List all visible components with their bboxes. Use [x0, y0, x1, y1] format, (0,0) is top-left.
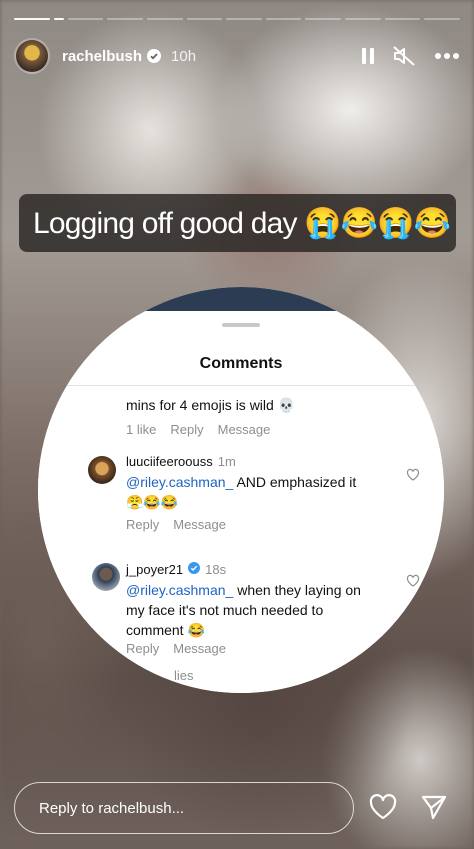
comment-header: j_poyer21 18s	[126, 562, 226, 577]
like-count[interactable]: 1 like	[126, 422, 156, 437]
avatar[interactable]	[14, 38, 50, 74]
comments-screenshot: Comments mins for 4 emojis is wild 💀 1 l…	[38, 287, 444, 693]
comment-emojis: 😤😂😂	[126, 494, 179, 510]
comment-header: luuciifeeroouss 1m	[126, 454, 236, 469]
comment-text: @riley.cashman_ when they laying on	[126, 580, 361, 600]
comment-username[interactable]: j_poyer21	[126, 562, 183, 577]
verified-badge-icon	[188, 562, 201, 577]
comment-text: mins for 4 emojis is wild 💀	[126, 397, 296, 413]
message-link[interactable]: Message	[173, 517, 226, 532]
comment-meta: 1 like Reply Message	[126, 422, 270, 437]
like-heart-icon[interactable]	[406, 574, 420, 588]
more-icon[interactable]	[434, 52, 460, 60]
avatar[interactable]	[88, 456, 116, 484]
send-icon[interactable]	[420, 793, 448, 821]
story-caption: Logging off good day 😭😂😭😂	[19, 194, 456, 252]
reply-link[interactable]: Reply	[126, 517, 159, 532]
comment-meta: Reply Message	[126, 641, 226, 656]
comment-text: @riley.cashman_ AND emphasized it	[126, 472, 356, 492]
message-link[interactable]: Message	[173, 641, 226, 656]
like-heart-icon[interactable]	[406, 468, 420, 482]
comment-time: 18s	[205, 562, 227, 577]
progress-segment	[345, 18, 381, 20]
reply-input[interactable]: Reply to rachelbush...	[14, 782, 354, 834]
progress-segment	[265, 18, 302, 20]
verified-badge-icon	[147, 49, 162, 63]
progress-segment	[424, 18, 461, 20]
mention-link[interactable]: @riley.cashman_	[126, 474, 233, 490]
mute-icon[interactable]	[392, 45, 416, 67]
progress-segment	[226, 18, 262, 20]
story-progress	[14, 18, 461, 20]
progress-segment	[384, 18, 421, 20]
mention-link[interactable]: @riley.cashman_	[126, 582, 233, 598]
progress-segment	[186, 18, 223, 20]
comment-text-line: comment 😂	[126, 622, 205, 638]
sheet-handle	[222, 323, 260, 327]
reply-link[interactable]: Reply	[126, 641, 159, 656]
reply-link[interactable]: Reply	[170, 422, 203, 437]
next-comment-partial: lies	[174, 668, 194, 683]
comment-time: 1m	[217, 454, 236, 469]
comments-sheet: Comments mins for 4 emojis is wild 💀 1 l…	[38, 311, 444, 693]
progress-segment-current	[53, 18, 64, 20]
progress-segment	[14, 18, 50, 20]
heart-icon[interactable]	[368, 793, 398, 821]
comments-title: Comments	[199, 355, 283, 372]
progress-segment	[67, 18, 104, 20]
story-header: rachelbush 10h	[14, 36, 460, 76]
comment-username[interactable]: luuciifeeroouss	[126, 454, 213, 469]
comment-body: when they laying on	[233, 582, 361, 598]
progress-segment	[107, 18, 143, 20]
comment-text-line: my face it's not much needed to	[126, 602, 324, 618]
comment-body: AND emphasized it	[233, 474, 357, 490]
comment-meta: Reply Message	[126, 517, 226, 532]
pause-icon[interactable]	[362, 48, 374, 64]
progress-segment	[146, 18, 183, 20]
message-link[interactable]: Message	[218, 422, 271, 437]
divider	[38, 385, 444, 386]
progress-segment	[305, 18, 342, 20]
avatar[interactable]	[92, 563, 120, 591]
story-time: 10h	[171, 47, 197, 65]
story-username[interactable]: rachelbush	[62, 48, 142, 65]
